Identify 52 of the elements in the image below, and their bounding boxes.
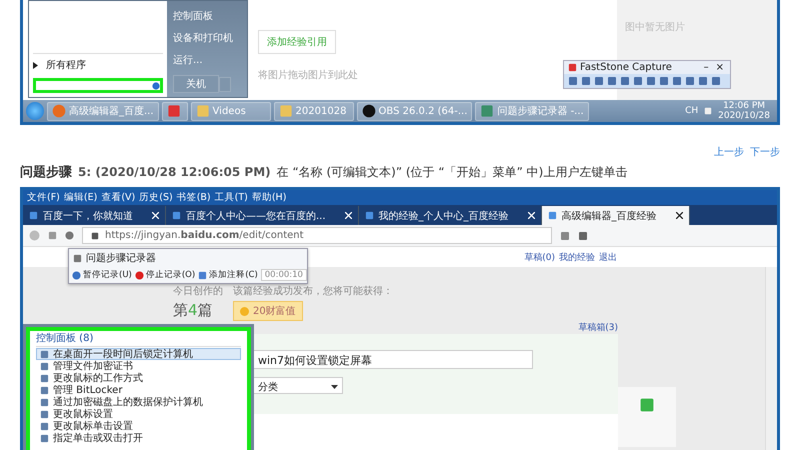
menu-item[interactable]: 帮助(H) [252, 191, 286, 204]
menu-item[interactable]: 工具(T) [214, 191, 248, 204]
toolbar-title: FastStone Capture [580, 62, 673, 73]
result-item[interactable]: 更改鼠标的工作方式 [36, 372, 241, 384]
close-button[interactable]: × [714, 62, 726, 73]
result-item[interactable]: 在桌面开一段时间后锁定计算机 [36, 348, 241, 360]
menu-item[interactable]: 历史(S) [139, 191, 173, 204]
result-item[interactable]: 管理 BitLocker [36, 384, 241, 396]
reward-badge: 20财富值 [233, 301, 303, 321]
minimize-button[interactable]: – [702, 62, 711, 73]
reward-note: 该篇经验成功发布，您将可能获得： [233, 284, 393, 298]
step-timestamp: 5: (2020/10/28 12:06:05 PM) [78, 165, 271, 179]
timer: 00:00:10 [260, 269, 307, 281]
result-item[interactable]: 更改鼠标单击设置 [36, 420, 241, 432]
today-label: 今日创作的 [173, 285, 223, 298]
dialog-title: 问题步骤记录器 [86, 252, 156, 265]
drop-hint: 将图片拖动图片到此处 [258, 68, 358, 82]
recorder-button[interactable]: 停止记录(O) [134, 269, 196, 281]
user-link[interactable]: 我的经验 [559, 250, 595, 264]
step-description: 在 “名称 (可编辑文本)” (位于 “「开始」菜单” 中)上用户左键单击 [276, 164, 628, 181]
recorder-button[interactable]: 暂停记录(U) [72, 269, 132, 281]
results-header: 控制面板 (8) [36, 333, 241, 347]
result-item[interactable]: 指定单击或双击打开 [36, 432, 241, 444]
caret-icon [331, 385, 338, 389]
step-link[interactable]: 下一步 [750, 145, 780, 159]
step-title: 问题步骤 [20, 164, 72, 181]
taskbar-button[interactable] [162, 102, 188, 120]
result-item[interactable]: 管理文件加密证书 [36, 360, 241, 372]
menu-item[interactable]: 书签(B) [176, 191, 211, 204]
drafts-link[interactable]: 草稿箱(3) [578, 321, 618, 334]
recorder-button[interactable]: 添加注释(C) [198, 269, 258, 281]
scrollbar[interactable] [765, 267, 777, 450]
article-count: 第4篇 [173, 301, 213, 320]
address-field[interactable]: https://jingyan.baidu.com/edit/content [82, 227, 552, 244]
category-select[interactable]: 分类 [253, 377, 343, 394]
start-button[interactable] [26, 102, 44, 120]
add-image-box[interactable] [618, 387, 676, 447]
search-field[interactable] [33, 78, 163, 93]
title-field[interactable]: win7如何设置锁定屏幕 [253, 350, 533, 369]
browser-tab[interactable]: 高级编辑器_百度经验 [542, 206, 690, 225]
result-item[interactable]: 更改鼠标设置 [36, 408, 241, 420]
all-programs-item[interactable]: 所有程序 [46, 58, 86, 72]
user-link[interactable]: 退出 [599, 250, 617, 264]
caret-icon [33, 62, 38, 68]
menu-item[interactable]: 文件(F) [27, 191, 60, 204]
menu-item[interactable]: 查看(V) [101, 191, 136, 204]
step-link[interactable]: 上一步 [714, 145, 744, 159]
result-item[interactable]: 通过加密磁盘上的数据保护计算机 [36, 396, 241, 408]
close-icon[interactable] [676, 212, 683, 219]
start-menu-item[interactable]: 控制面板 [173, 9, 241, 23]
menu-item[interactable]: 编辑(E) [64, 191, 98, 204]
user-link[interactable]: 草稿(0) [524, 250, 555, 264]
